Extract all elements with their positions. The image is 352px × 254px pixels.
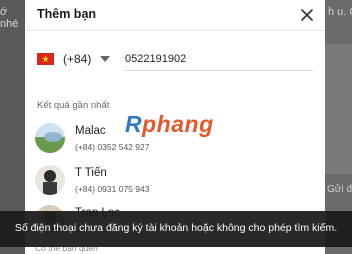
recent-results-label: Kết quả gần nhất — [37, 100, 110, 111]
background-text: ớ nhé — [0, 6, 19, 30]
contact-phone: (+84) 0352 542 927 — [75, 142, 150, 152]
contact-name: T Tiến — [75, 167, 107, 179]
country-code-select[interactable]: (+84) — [63, 52, 91, 66]
watermark-logo: Rphang — [125, 111, 214, 137]
dialog-title: Thêm bạn — [37, 7, 97, 21]
close-icon — [301, 9, 313, 21]
close-button[interactable] — [295, 3, 319, 27]
avatar — [35, 123, 65, 153]
phone-entry-row: (+84) — [37, 48, 313, 74]
contact-phone: (+84) 0931 075 943 — [75, 184, 150, 194]
chevron-down-icon[interactable] — [100, 55, 110, 63]
contact-item[interactable]: T Tiến (+84) 0931 075 943 — [35, 165, 315, 203]
toast-message: Số điện thoại chưa đăng ký tài khoản hoặ… — [14, 222, 338, 234]
avatar — [35, 165, 65, 195]
background-tile — [325, 44, 352, 174]
error-toast: Số điện thoại chưa đăng ký tài khoản hoặ… — [0, 211, 352, 247]
vietnam-flag-icon — [37, 53, 54, 65]
background-text: h u. Cá — [328, 6, 352, 18]
dialog-header: Thêm bạn — [25, 0, 325, 31]
contact-name: Malac — [75, 125, 106, 137]
background-text: Gửi đồ — [327, 184, 352, 195]
phone-number-input[interactable] — [125, 48, 313, 71]
